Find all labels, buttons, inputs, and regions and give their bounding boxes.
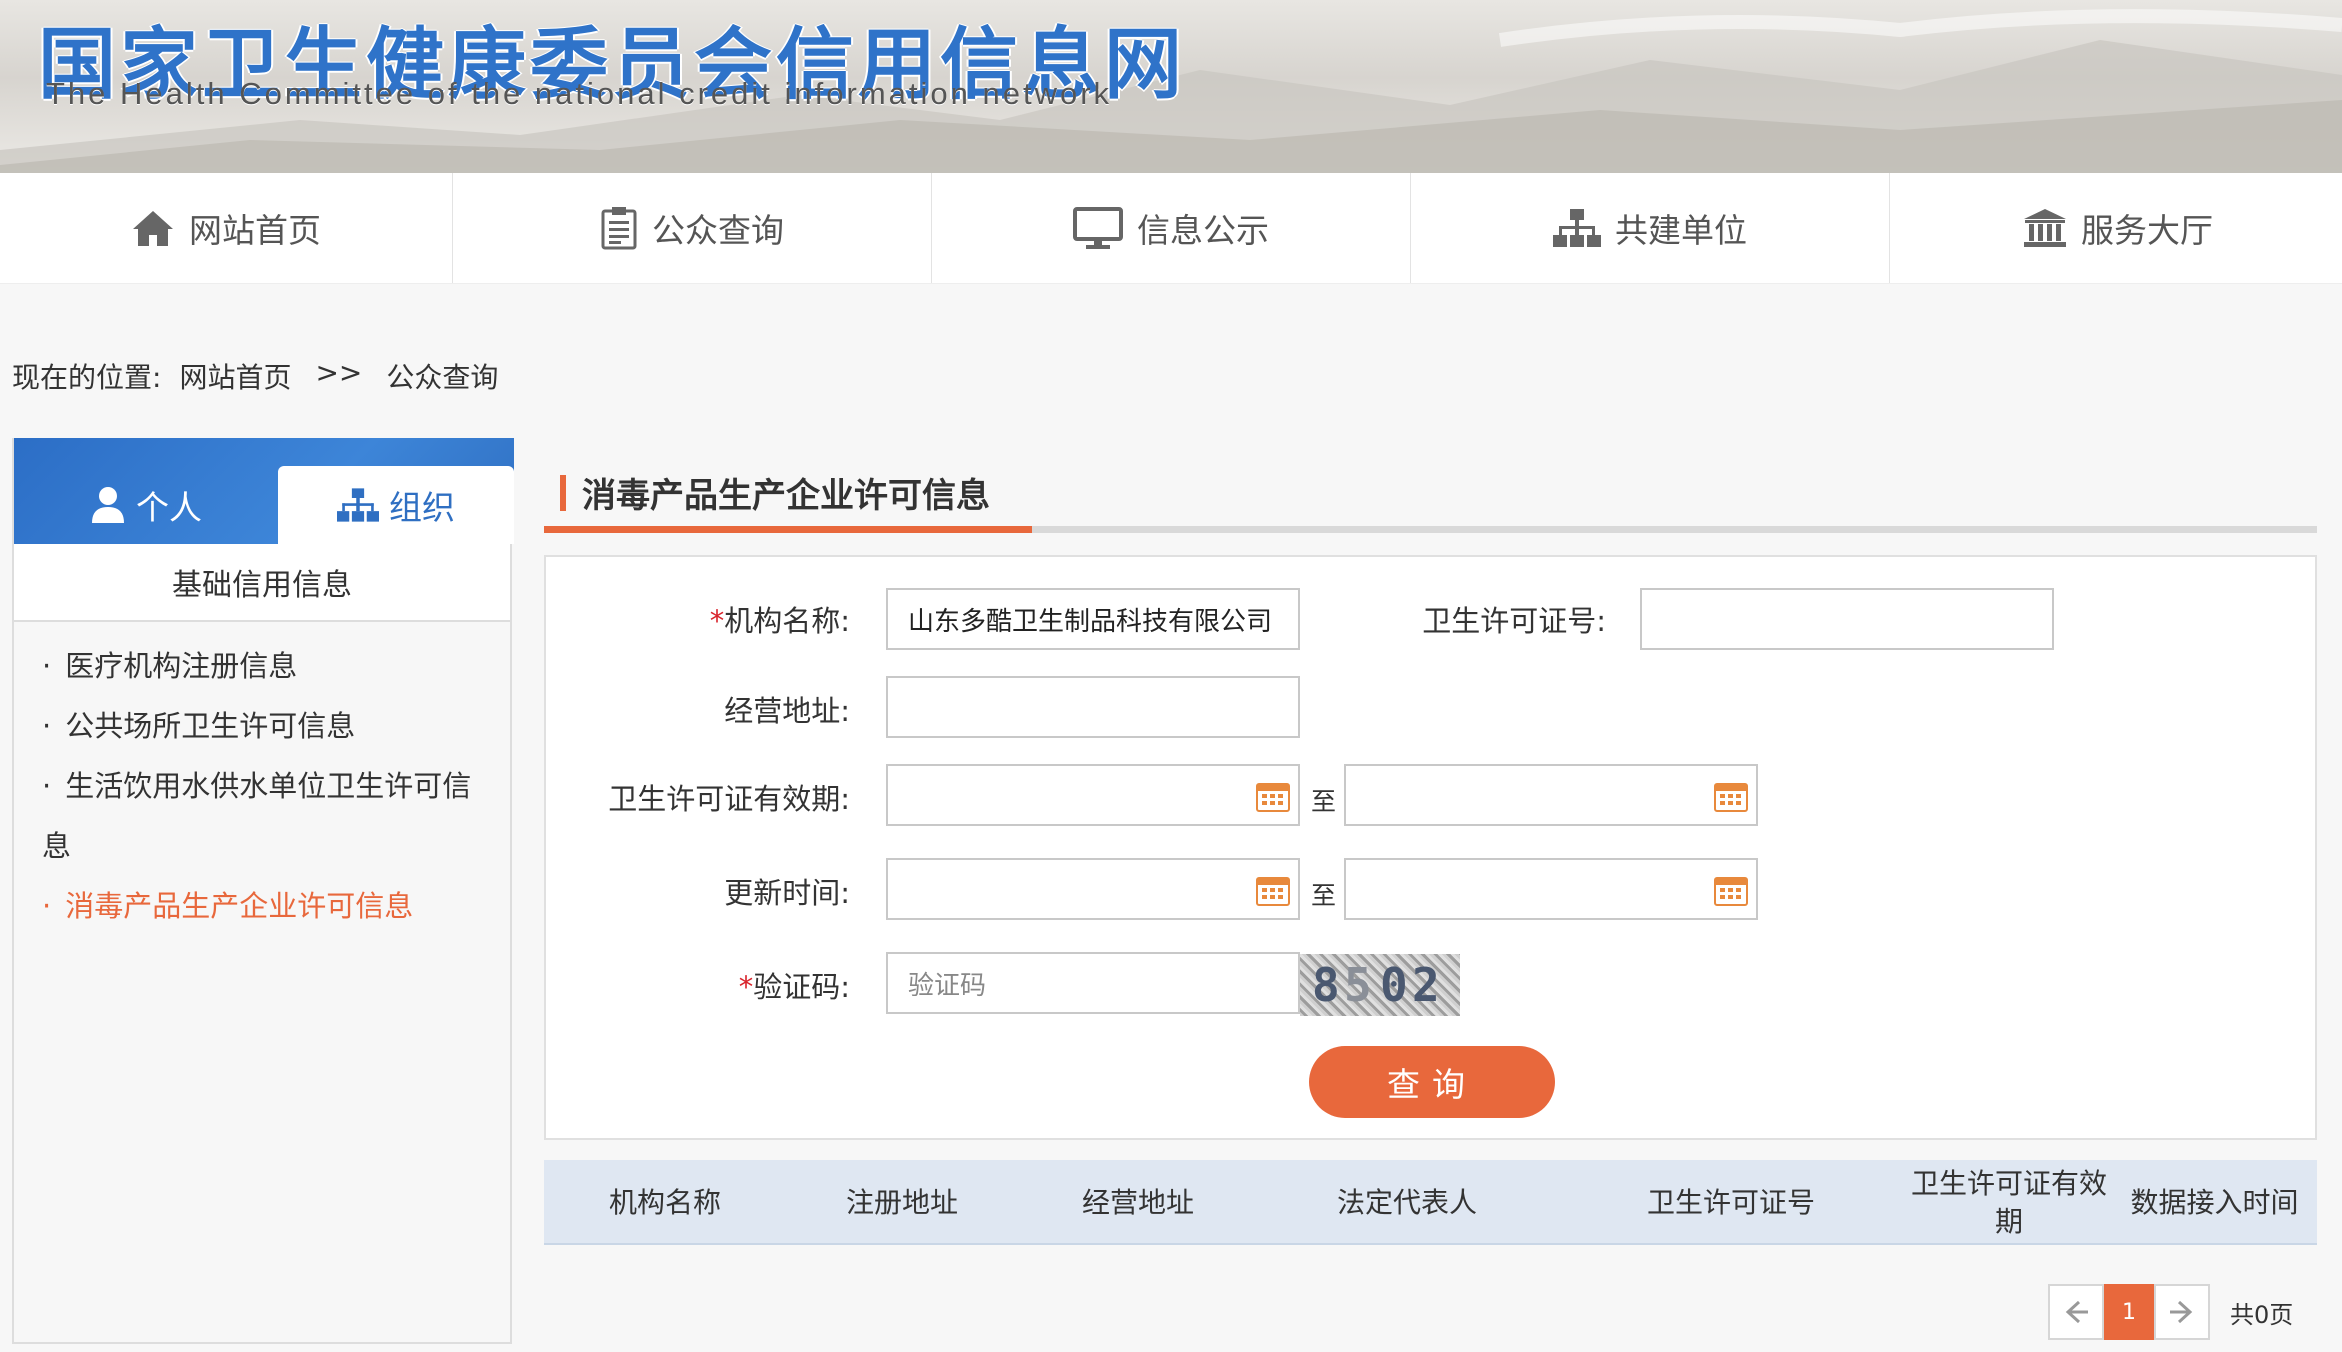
bullet: · [42,649,52,683]
captcha-char: 2 [1412,958,1440,1012]
address-label: 经营地址: [724,694,850,728]
address-input[interactable] [886,676,1300,738]
captcha-char: 8 [1312,958,1340,1012]
update-start-date-input[interactable] [886,858,1300,920]
org-name-input[interactable]: 山东多酷卫生制品科技有限公司 [886,588,1300,650]
nav-item-home[interactable]: 网站首页 [0,173,453,283]
breadcrumb-home-link[interactable]: 网站首页 [179,356,291,396]
nav-item-label: 服务大厅 [2081,211,2213,250]
site-header: 国家卫生健康委员会信用信息网 The Health Committee of t… [0,0,2342,173]
clipboard-icon [601,207,637,250]
sidebar-item-public-places[interactable]: · 公共场所卫生许可信息 [42,696,492,756]
label-text: 验证码: [753,970,850,1004]
validity-label: 卫生许可证有效期: [608,782,850,816]
title-accent-bar [560,474,566,511]
validity-start-date-input[interactable] [886,764,1300,826]
total-pages: 共0页 [2230,1300,2294,1329]
page-title: 消毒产品生产企业许可信息 [560,468,990,517]
bullet: · [42,889,52,923]
nav-item-label: 网站首页 [189,211,321,250]
column-header: 注册地址 [845,1185,958,1219]
update-time-label: 更新时间: [724,876,850,910]
captcha-input[interactable]: 验证码 [886,952,1300,1014]
column-header: 卫生许可证有效期 [1910,1166,2107,1238]
main-nav: 网站首页 公众查询 信息公示 共建单位 服务大厅 [0,173,2342,284]
monitor-icon [1073,207,1123,249]
sidebar-item-label: 公共场所卫生许可信息 [65,709,356,743]
sidebar-tabs: 个人 组织 [14,438,514,544]
sidebar-item-label-continued: 息 [42,829,72,863]
nav-item-label: 共建单位 [1615,211,1747,250]
breadcrumb: 现在的位置: 网站首页 >> 公众查询 [12,356,498,396]
column-header: 法定代表人 [1336,1185,1477,1219]
sidebar-item-label: 生活饮用水供水单位卫生许可信 [65,769,472,803]
sidebar-item-label: 医疗机构注册信息 [65,649,298,683]
validity-end-date-input[interactable] [1344,764,1758,826]
title-underline [544,526,2317,533]
column-header: 机构名称 [608,1185,721,1219]
nav-item-info-disclosure[interactable]: 信息公示 [932,173,1411,283]
captcha-char: 0 [1380,958,1408,1012]
license-no-label: 卫生许可证号: [1422,604,1606,638]
org-chart-icon [337,488,379,522]
sidebar-heading: 基础信用信息 [14,544,510,622]
nav-item-label: 公众查询 [652,211,784,250]
nav-item-public-query[interactable]: 公众查询 [453,173,932,283]
calendar-icon[interactable] [1256,874,1290,906]
captcha-image[interactable]: 8 5 0 2 [1300,954,1460,1016]
sidebar-item-disinfection-products[interactable]: · 消毒产品生产企业许可信息 [42,876,492,936]
required-mark: * [738,970,754,1004]
breadcrumb-current[interactable]: 公众查询 [386,356,498,396]
tab-organization[interactable]: 组织 [278,466,514,544]
sidebar: 个人 组织 基础信用信息 · 医疗机构注册信息 · 公共场所卫生许可信息 · 生活饮用… [12,438,514,1344]
home-icon [133,211,173,246]
calendar-icon[interactable] [1256,780,1290,812]
nav-item-service-hall[interactable]: 服务大厅 [1890,173,2342,283]
tab-personal[interactable]: 个人 [14,466,278,544]
org-name-label: *机构名称: [600,598,850,640]
captcha-char: 5 [1344,958,1372,1012]
license-no-input[interactable] [1640,588,2054,650]
captcha-label: *验证码: [600,964,850,1006]
pagination: 1 共0页 [2048,1284,2293,1340]
arrow-right-icon [2170,1300,2193,1324]
bullet: · [42,709,52,743]
arrow-left-icon [2065,1300,2088,1324]
results-table-header: 机构名称 注册地址 经营地址 法定代表人 卫生许可证号 卫生许可证有效期 数据接… [544,1160,2317,1245]
breadcrumb-prefix: 现在的位置: [12,361,162,394]
sidebar-item-medical-institutions[interactable]: · 医疗机构注册信息 [42,636,492,696]
column-header: 数据接入时间 [2130,1185,2299,1219]
site-subtitle: The Health Committee of the national cre… [46,76,1113,111]
column-header: 卫生许可证号 [1646,1185,1815,1219]
tab-label: 组织 [389,488,455,527]
sidebar-list: · 医疗机构注册信息 · 公共场所卫生许可信息 · 生活饮用水供水单位卫生许可信息 ·… [42,636,492,936]
sidebar-item-label: 消毒产品生产企业许可信息 [65,889,414,923]
breadcrumb-separator: >> [315,356,363,389]
current-page-button[interactable]: 1 [2104,1284,2154,1340]
date-range-separator: 至 [1311,881,1337,910]
date-range-separator: 至 [1311,787,1337,816]
calendar-icon[interactable] [1714,780,1748,812]
nav-item-label: 信息公示 [1137,211,1269,250]
person-icon [92,487,124,523]
title-underline-highlight [544,526,1032,533]
org-chart-icon [1553,209,1601,247]
prev-page-button[interactable] [2048,1284,2104,1340]
required-mark: * [709,604,725,638]
calendar-icon[interactable] [1714,874,1748,906]
query-button[interactable]: 查询 [1309,1046,1555,1118]
update-end-date-input[interactable] [1344,858,1758,920]
next-page-button[interactable] [2154,1284,2210,1340]
page-title-text: 消毒产品生产企业许可信息 [582,476,990,516]
bank-icon [2024,209,2066,247]
bullet: · [42,769,52,803]
sidebar-item-water-supply[interactable]: · 生活饮用水供水单位卫生许可信息 [42,756,492,876]
nav-item-partners[interactable]: 共建单位 [1411,173,1890,283]
column-header: 经营地址 [1081,1185,1194,1219]
tab-label: 个人 [136,488,202,527]
label-text: 机构名称: [724,604,850,638]
